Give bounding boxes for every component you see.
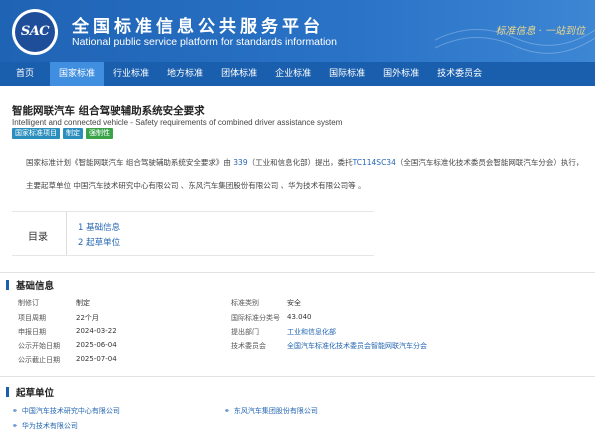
field-label: 标准类别 xyxy=(231,299,259,307)
field-label: 技术委员会 xyxy=(231,342,266,350)
field-value: 制定 xyxy=(76,299,90,307)
table-row: 申报日期 2024-03-22 提出部门 工业和信息化部 xyxy=(0,327,595,339)
nav-item-national[interactable]: 国家标准 xyxy=(50,62,105,86)
table-of-contents: 目录 1 基础信息 2 起草单位 xyxy=(12,211,374,256)
plan-dept-link[interactable]: 339 xyxy=(233,158,247,167)
dept-link[interactable]: 工业和信息化部 xyxy=(287,327,336,337)
main-nav: 首页 国家标准 行业标准 地方标准 团体标准 企业标准 国际标准 国外标准 技术… xyxy=(0,62,595,86)
drafters-summary: 主要起草单位 中国汽车技术研究中心有限公司 、东风汽车集团股份有限公司 、华为技… xyxy=(26,181,366,190)
toc-separator xyxy=(66,212,67,255)
table-row: 项目周期 22个月 国际标准分类号 43.040 xyxy=(0,313,595,325)
nav-item-committee[interactable]: 技术委员会 xyxy=(428,62,491,86)
plan-tc-link[interactable]: TC114SC34 xyxy=(353,158,396,167)
plan-text-mid: （工业和信息化部）提出，委托 xyxy=(247,158,353,167)
sac-logo-mark: SAC xyxy=(15,12,55,52)
site-title: 全国标准信息公共服务平台 xyxy=(72,17,324,37)
nav-item-foreign[interactable]: 国外标准 xyxy=(374,62,428,86)
toc-item-basic[interactable]: 1 基础信息 xyxy=(78,221,120,233)
drafter-link[interactable]: ⚭ 华为技术有限公司 xyxy=(12,421,78,431)
basic-info-header: 基础信息 xyxy=(6,278,54,292)
field-value: 43.040 xyxy=(287,313,312,321)
section-marker xyxy=(6,280,9,290)
site-header: SAC 全国标准信息公共服务平台 National public service… xyxy=(0,0,595,62)
field-label: 制修订 xyxy=(18,299,39,307)
badge-formulate: 制定 xyxy=(63,128,83,139)
toc-label: 目录 xyxy=(28,232,48,243)
link-icon: ⚭ xyxy=(12,422,18,430)
standard-title-en: Intelligent and connected vehicle - Safe… xyxy=(12,118,343,127)
field-label: 公示开始日期 xyxy=(18,342,60,350)
link-icon: ⚭ xyxy=(224,407,230,415)
basic-info-title: 基础信息 xyxy=(16,281,55,292)
badge-mandatory: 强制性 xyxy=(86,128,113,139)
standard-title: 智能网联汽车 组合驾驶辅助系统安全要求 xyxy=(12,105,205,117)
field-value: 2025-07-04 xyxy=(76,355,117,363)
field-value: 22个月 xyxy=(76,314,99,322)
field-value: 安全 xyxy=(287,299,301,307)
nav-item-group[interactable]: 团体标准 xyxy=(212,62,266,86)
plan-text-prefix: 国家标准计划《智能网联汽车 组合驾驶辅助系统安全要求》由 xyxy=(26,158,234,167)
drafter-link[interactable]: ⚭ 东风汽车集团股份有限公司 xyxy=(224,406,318,416)
drafter-link[interactable]: ⚭ 中国汽车技术研究中心有限公司 xyxy=(12,406,120,416)
toc-item-drafters[interactable]: 2 起草单位 xyxy=(78,236,120,248)
field-value: 2025-06-04 xyxy=(76,341,117,349)
section-divider xyxy=(0,376,595,377)
drafter-name: 中国汽车技术研究中心有限公司 xyxy=(21,407,120,415)
drafter-name: 华为技术有限公司 xyxy=(21,422,78,430)
standard-badges: 国家标准项目 制定 强制性 xyxy=(12,128,113,139)
field-value: 2024-03-22 xyxy=(76,327,117,335)
nav-item-home[interactable]: 首页 xyxy=(0,62,50,86)
plan-text-suffix: （全国汽车标准化技术委员会智能网联汽车分会）执行， xyxy=(395,158,584,167)
field-label: 提出部门 xyxy=(231,328,259,336)
site-subtitle: National public service platform for sta… xyxy=(72,36,337,48)
section-marker xyxy=(6,387,9,397)
plan-description: 国家标准计划《智能网联汽车 组合驾驶辅助系统安全要求》由 339（工业和信息化部… xyxy=(26,157,583,168)
table-row: 制修订 制定 标准类别 安全 xyxy=(0,298,595,310)
drafters-header: 起草单位 xyxy=(6,385,54,399)
drafter-name: 东风汽车集团股份有限公司 xyxy=(233,407,318,415)
field-label: 申报日期 xyxy=(18,328,46,336)
table-row: 公示截止日期 2025-07-04 xyxy=(0,355,595,367)
badge-national-project: 国家标准项目 xyxy=(12,128,60,139)
nav-item-international[interactable]: 国际标准 xyxy=(320,62,374,86)
field-label: 国际标准分类号 xyxy=(231,314,280,322)
sac-logo[interactable]: SAC xyxy=(12,9,58,55)
link-icon: ⚭ xyxy=(12,407,18,415)
nav-item-local[interactable]: 地方标准 xyxy=(158,62,212,86)
committee-link[interactable]: 全国汽车标准化技术委员会智能网联汽车分会 xyxy=(287,341,427,351)
header-slogan: 标准信息 · 一站到位 xyxy=(495,26,585,37)
field-label: 公示截止日期 xyxy=(18,356,60,364)
field-label: 项目周期 xyxy=(18,314,46,322)
table-row: 公示开始日期 2025-06-04 技术委员会 全国汽车标准化技术委员会智能网联… xyxy=(0,341,595,353)
drafters-title: 起草单位 xyxy=(16,388,55,399)
section-divider xyxy=(0,272,595,273)
nav-item-enterprise[interactable]: 企业标准 xyxy=(266,62,320,86)
nav-item-industry[interactable]: 行业标准 xyxy=(104,62,158,86)
